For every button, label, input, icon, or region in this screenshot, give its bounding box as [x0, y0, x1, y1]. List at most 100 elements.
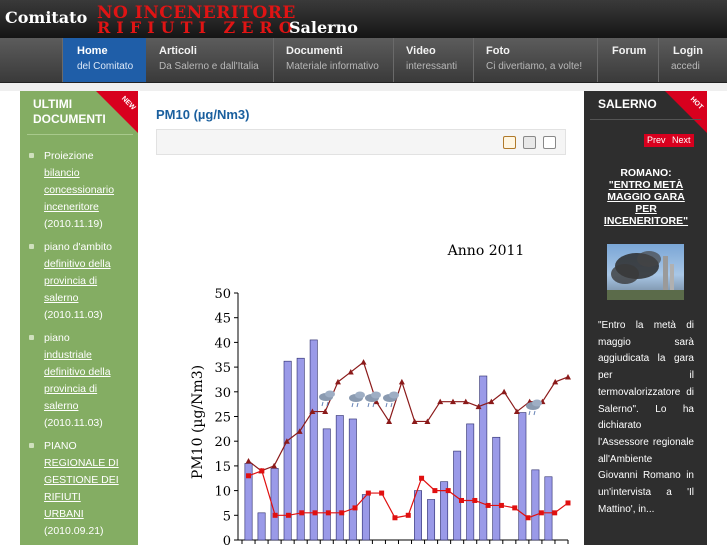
document-link-text: salerno: [44, 292, 79, 304]
nav-item-subtitle: Da Salerno e dall'Italia: [159, 61, 259, 72]
chart-point: [538, 510, 544, 516]
chart-point: [405, 512, 411, 518]
article-title: PM10 (µg/Nm3): [156, 107, 250, 122]
document-link[interactable]: bilancio: [34, 165, 134, 182]
rain-drop-icon: [372, 402, 375, 408]
document-link[interactable]: definitivo della: [34, 364, 134, 381]
left-sidebar-title: ULTIMI DOCUMENTI: [33, 97, 106, 127]
rain-cloud-icon: [371, 391, 381, 399]
news-headline-link[interactable]: "ENTRO METÀ MAGGIO GARA PER INCENERITORE…: [596, 179, 696, 227]
y-tick-label: 20: [214, 435, 231, 450]
nav-item-documenti[interactable]: Documenti Materiale informativo: [273, 38, 393, 82]
document-link[interactable]: URBANI: [34, 506, 134, 523]
nav-item-forum[interactable]: Forum: [597, 38, 658, 82]
nav-item-title: Video: [406, 45, 436, 57]
nav-item-title: Forum: [612, 45, 647, 57]
left-sidebar-title-line1: ULTIMI: [33, 97, 73, 111]
document-date: (2010.11.03): [44, 417, 103, 429]
chart-point: [445, 488, 451, 494]
left-sidebar-latest-documents: ULTIMI DOCUMENTI NEW Proiezione bilancio…: [20, 91, 138, 545]
chart-point: [485, 502, 491, 508]
nav-item-title: Articoli: [159, 45, 197, 57]
document-link-text: provincia di: [44, 275, 98, 287]
document-link[interactable]: definitivo della: [34, 256, 134, 273]
document-item: Proiezione bilancio concessionario incen…: [29, 148, 134, 233]
news-excerpt: "Entro la metà di maggio sarà aggiudicat…: [598, 320, 694, 515]
pm10-chart: Anno 2011 PM10 (µg/Nm3) 0 5 10 15 20 25 30 35 40…: [190, 243, 571, 545]
document-link-text: inceneritore: [44, 201, 99, 213]
y-tick-label: 30: [214, 386, 231, 401]
chart-weather-icons: [319, 390, 542, 416]
document-item: PIANO REGIONALE DI GESTIONE DEI RIFIUTI …: [29, 438, 134, 540]
document-date: (2010.11.03): [44, 309, 103, 321]
document-prefix: piano: [44, 332, 70, 344]
chart-bar: [348, 418, 357, 541]
nav-item-foto[interactable]: Foto Ci divertiamo, a volte!: [473, 38, 597, 82]
prev-button[interactable]: Prev: [644, 134, 669, 147]
document-link[interactable]: RIFIUTI: [34, 489, 134, 506]
chart-point: [352, 505, 358, 511]
document-prefix: Proiezione: [44, 150, 94, 162]
document-link[interactable]: REGIONALE DI: [34, 455, 134, 472]
document-link[interactable]: inceneritore: [34, 199, 134, 216]
nav-item-login[interactable]: Login accedi: [658, 38, 727, 82]
print-icon[interactable]: [523, 136, 536, 149]
site-header: Comitato NO INCENERITORE RIFIUTI ZERO Sa…: [0, 0, 727, 38]
chart-point: [379, 490, 385, 496]
document-link[interactable]: industriale: [34, 347, 134, 364]
left-sidebar-divider: [27, 134, 133, 135]
news-thumbnail-image[interactable]: [607, 244, 684, 300]
chart-point: [432, 488, 438, 494]
chart-point: [271, 462, 278, 469]
document-link-text: provincia di: [44, 383, 98, 395]
chart-title: Anno 2011: [447, 243, 525, 259]
document-link[interactable]: concessionario: [34, 182, 134, 199]
nav-item-home[interactable]: Home del Comitato: [62, 38, 146, 82]
chart-point: [245, 457, 252, 464]
chart-bar: [544, 476, 553, 541]
document-item: piano d'ambito definitivo della provinci…: [29, 239, 134, 324]
chart-point: [472, 497, 478, 503]
left-sidebar-title-line2: DOCUMENTI: [33, 112, 106, 126]
chart-point: [419, 475, 425, 481]
chart-ylabel: PM10 (µg/Nm3): [190, 365, 206, 479]
document-link[interactable]: GESTIONE DEI: [34, 472, 134, 489]
chart-bar: [466, 423, 475, 541]
next-button[interactable]: Next: [669, 134, 694, 147]
nav-shadow: [0, 83, 727, 91]
nav-item-articoli[interactable]: Articoli Da Salerno e dall'Italia: [147, 38, 273, 82]
chart-bar: [531, 469, 540, 541]
y-tick-label: 5: [223, 509, 231, 524]
bullet-icon: [29, 335, 34, 340]
logo-text-salerno: Salerno: [289, 18, 358, 37]
y-tick-label: 45: [214, 312, 231, 327]
y-tick-label: 40: [214, 336, 231, 351]
document-link-text: bilancio: [44, 167, 80, 179]
rain-cloud-icon: [389, 391, 399, 399]
y-tick-label: 10: [214, 485, 231, 500]
document-prefix: PIANO: [44, 440, 77, 452]
bullet-icon: [29, 153, 34, 158]
document-link[interactable]: salerno: [34, 398, 134, 415]
chart-point: [360, 359, 367, 365]
document-link[interactable]: provincia di: [34, 273, 134, 290]
news-headline[interactable]: ROMANO: "ENTRO METÀ MAGGIO GARA PER INCE…: [596, 167, 696, 227]
document-link-text: salerno: [44, 400, 79, 412]
document-link[interactable]: provincia di: [34, 381, 134, 398]
email-icon[interactable]: [543, 136, 556, 149]
document-date: (2010.09.21): [44, 525, 104, 537]
rain-cloud-icon: [355, 391, 365, 399]
document-link-text: GESTIONE DEI: [44, 474, 119, 486]
nav-item-subtitle: del Comitato: [77, 61, 134, 72]
chart-point: [246, 473, 252, 479]
edit-icon[interactable]: [503, 136, 516, 149]
rain-drop-icon: [351, 402, 354, 408]
document-prefix: piano d'ambito: [44, 241, 112, 253]
document-link[interactable]: salerno: [34, 290, 134, 307]
nav-item-video[interactable]: Video interessanti: [393, 38, 473, 82]
chart-point: [325, 510, 331, 516]
y-tick-label: 15: [214, 460, 231, 475]
document-item: piano industriale definitivo della provi…: [29, 330, 134, 432]
document-link-text: URBANI: [44, 508, 84, 520]
chart-bar: [479, 375, 488, 541]
